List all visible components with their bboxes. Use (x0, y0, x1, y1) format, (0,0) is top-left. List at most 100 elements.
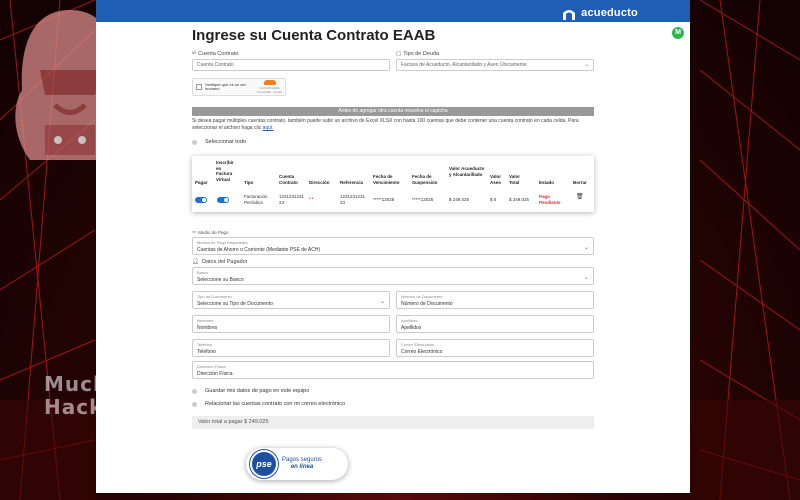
col-fecha-susp: Fecha de Suspensión (412, 174, 438, 185)
brand-name: acueducto (581, 7, 638, 19)
payment-method-value: Cuentas de Ahorro o Corriente (Mediante … (197, 247, 321, 253)
captcha-label: Verifique que es un ser humano (205, 81, 246, 91)
accounts-table: Pagar Inscribir en Factura Virtual Tipo … (192, 156, 594, 212)
account-label-text: Cuenta Contrato (198, 50, 239, 57)
captcha-checkbox[interactable] (196, 84, 202, 90)
account-label: 🔥︎ Cuenta Contrato (192, 50, 390, 57)
payment-method-section: ▭ Medio de Pago (192, 229, 594, 235)
upload-link[interactable]: aquí. (263, 125, 274, 131)
chevron-down-icon: ⌄ (379, 299, 385, 305)
account-input[interactable]: Cuenta Contrato (192, 59, 390, 71)
captcha-links[interactable]: Privacidad · Ayuda (257, 90, 282, 94)
account-placeholder: Cuenta Contrato (197, 62, 234, 68)
relate-email-option[interactable]: Relacionar las cuentas contrato con mi c… (192, 400, 594, 408)
chevron-down-icon: ⌄ (584, 62, 589, 68)
row-estado: Pago Pendiente (539, 194, 561, 205)
main-content: Ingrese su Cuenta Contrato EAAB 🔥︎ Cuent… (192, 22, 594, 429)
payment-method-label: Medios de Pago Disponibles (197, 240, 248, 245)
row-valor-total: $ 249.025 (509, 197, 530, 202)
cloud-icon (263, 80, 276, 85)
pse-pay-button[interactable]: pse Pagos seguros en línea (246, 448, 348, 480)
col-valor-acu: Valor Acueducto y Alcantarillado (449, 166, 485, 177)
doc-num-value: Número de Documento (401, 301, 453, 307)
page-title: Ingrese su Cuenta Contrato EAAB (192, 27, 436, 44)
phone-field[interactable]: Teléfono Teléfono (192, 339, 390, 357)
address-field[interactable]: Dirección Física Dirección Física (192, 361, 594, 379)
col-direccion: Dirección (309, 180, 330, 185)
debt-type-label-text: Tipo de Deuda (403, 50, 440, 57)
document-type-select[interactable]: Tipo de Documento Seleccione su Tipo de … (192, 291, 390, 309)
status-badge[interactable]: M (672, 27, 684, 39)
cloudflare-logo: CLOUDFLARE Privacidad · Ayuda (257, 80, 282, 94)
doc-type-value: Seleccione su Tipo de Documento (197, 301, 273, 307)
surnames-field[interactable]: Apellidos Apellidos (396, 315, 594, 333)
bank-select[interactable]: Banco Seleccione su Banco ⌄ (192, 267, 594, 285)
debt-type-label: ▢ Tipo de Deuda (396, 50, 594, 57)
pse-line1: Pagos seguros (282, 457, 323, 463)
doc-type-label: Tipo de Documento (197, 294, 232, 299)
email-field[interactable]: Correo Electrónico Correo Electrónico (396, 339, 594, 357)
acueducto-logo-icon (563, 10, 576, 20)
row-referencia: 1231231231 23 (340, 194, 366, 205)
trash-icon[interactable]: 🗑︎ (576, 194, 584, 201)
bank-value: Seleccione su Banco (197, 277, 244, 283)
col-referencia: Referencia (340, 180, 364, 185)
top-bar: acueducto AGUA Y ALCANTARILLADO DE BOGOT… (96, 0, 690, 25)
select-all-option[interactable]: Seleccionar todo (192, 139, 594, 145)
pay-toggle[interactable] (195, 197, 207, 203)
payment-page: acueducto AGUA Y ALCANTARILLADO DE BOGOT… (96, 0, 690, 493)
row-cuenta: 1231231231 23 (279, 194, 305, 205)
total-to-pay: Valor total a pagar $ 249.025 (192, 416, 594, 429)
virtual-invoice-toggle[interactable] (217, 197, 229, 203)
chevron-down-icon: ⌄ (583, 275, 589, 281)
row-direccion: • • (309, 196, 314, 201)
col-inscribir: Inscribir en Factura Virtual (216, 160, 234, 182)
payer-section-label: Datos del Pagador (201, 258, 248, 265)
surnames-label: Apellidos (401, 318, 418, 323)
excel-upload-info: Si desea pagar múltiples cuentas contrat… (192, 118, 594, 132)
col-estado: Estado (539, 180, 555, 185)
payment-method-select[interactable]: Medios de Pago Disponibles Cuentas de Ah… (192, 237, 594, 255)
address-label: Dirección Física (197, 364, 226, 369)
relate-email-label: Relacionar las cuentas contrato con mi c… (205, 401, 346, 407)
chevron-down-icon: ⌄ (583, 245, 589, 251)
payer-section: 👤︎ Datos del Pagador (192, 258, 594, 265)
phone-label: Teléfono (197, 342, 213, 347)
row-tipo: Facturación Periódica (244, 194, 268, 205)
row-valor-acu: $ 249.025 (449, 197, 470, 202)
payment-section-label: Medio de Pago (198, 229, 229, 235)
names-field[interactable]: Nombres Nombres (192, 315, 390, 333)
document-number-field[interactable]: Número de Documento Número de Documento (396, 291, 594, 309)
save-data-radio[interactable] (192, 388, 197, 394)
captcha-widget: Verifique que es un ser humano CLOUDFLAR… (192, 78, 286, 96)
col-borrar: Borrar (573, 180, 587, 185)
col-fecha-venc: Fecha de Vencimiento (373, 174, 400, 185)
doc-num-label: Número de Documento (401, 294, 443, 299)
pse-text: Pagos seguros en línea (282, 457, 322, 471)
save-data-label: Guardar mis datos de pago en este equipo (205, 388, 310, 394)
relate-email-radio[interactable] (192, 401, 197, 407)
pse-logo-icon: pse (250, 450, 278, 478)
col-valor-aseo: Valor Aseo (490, 174, 502, 185)
col-pagar: Pagar (195, 180, 208, 185)
card-icon: ▭ (192, 229, 197, 234)
row-fecha-venc: *****12026 (373, 197, 395, 202)
info-text: Si desea pagar múltiples cuentas contrat… (192, 118, 579, 131)
row-valor-aseo: $ 0 (490, 197, 497, 202)
surnames-value: Apellidos (401, 325, 422, 331)
user-icon: 👤︎ (192, 258, 199, 265)
col-valor-total: Valor Total (509, 174, 521, 185)
save-data-option[interactable]: Guardar mis datos de pago en este equipo (192, 387, 594, 395)
select-all-label: Seleccionar todo (205, 139, 246, 145)
debt-type-value: Factura de Acueducto, Alcantarillado y A… (401, 62, 527, 68)
row-fecha-susp: *****12026 (412, 197, 434, 202)
debt-type-select[interactable]: Factura de Acueducto, Alcantarillado y A… (396, 59, 594, 71)
email-label: Correo Electrónico (401, 342, 435, 347)
pse-line2: en línea (290, 464, 314, 470)
col-tipo: Tipo (244, 180, 254, 185)
names-label: Nombres (197, 318, 214, 323)
phone-value: Teléfono (197, 349, 216, 355)
bank-label: Banco (197, 270, 209, 275)
select-all-radio[interactable] (192, 139, 197, 145)
captcha-notice: Antes de agregar otra cuenta resuelva el… (192, 107, 594, 116)
